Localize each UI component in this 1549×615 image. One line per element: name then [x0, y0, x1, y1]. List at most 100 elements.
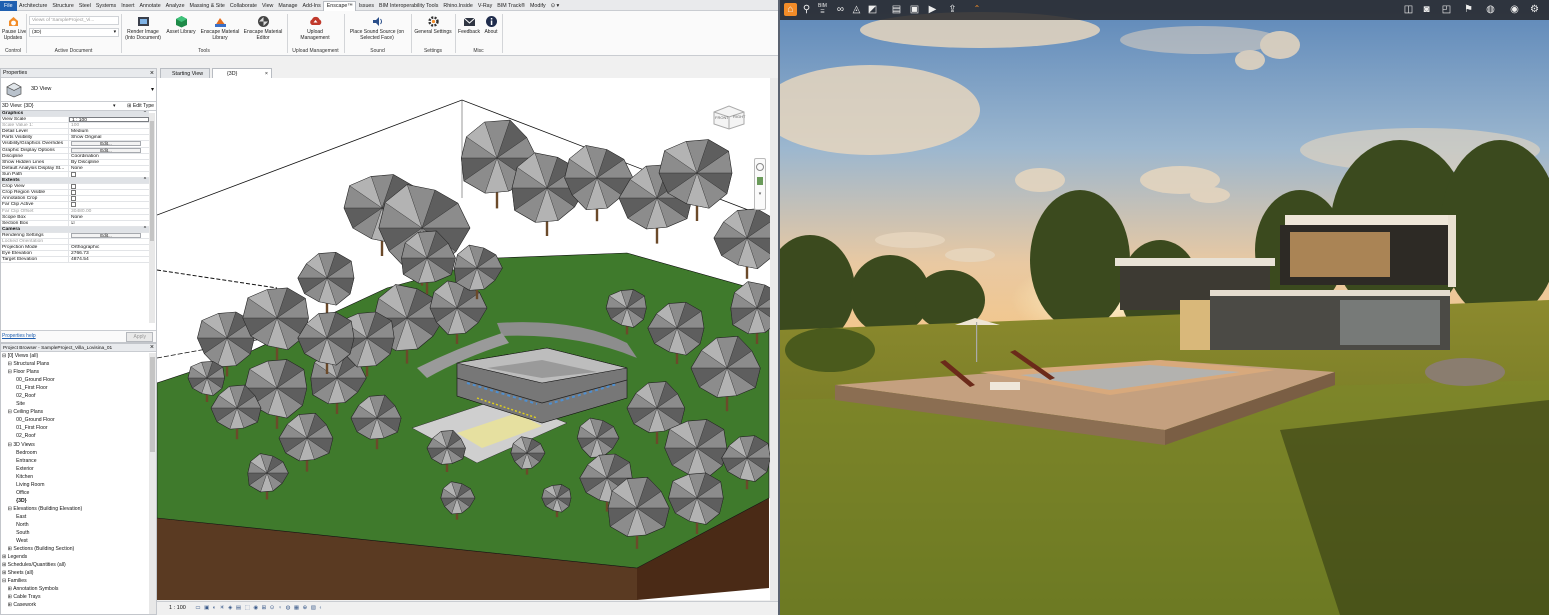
viewport-scrollbar[interactable] — [770, 78, 778, 601]
checkbox[interactable] — [71, 202, 76, 208]
view-cube[interactable]: FRONT RIGHT — [709, 100, 749, 130]
close-icon[interactable]: × — [150, 69, 154, 78]
browser-item[interactable]: ⊞ Annotation Symbols — [2, 585, 156, 593]
browser-item[interactable]: Living Room — [2, 481, 156, 489]
zoom-icon[interactable] — [757, 177, 763, 185]
browser-item[interactable]: 01_First Floor — [2, 424, 156, 432]
browser-item[interactable]: ⊟ Floor Plans — [2, 368, 156, 376]
browser-item[interactable]: Bedroom — [2, 449, 156, 457]
property-value[interactable]: 1 : 100 — [69, 117, 149, 123]
steering-wheel-icon[interactable] — [756, 163, 764, 171]
about-button[interactable]: About — [482, 14, 500, 36]
bim-icon[interactable]: BIM ☰ — [816, 3, 829, 16]
browser-item[interactable]: ⊞ Casework — [2, 601, 156, 609]
checkbox[interactable] — [71, 190, 76, 196]
panorama-icon[interactable]: ▣ — [908, 3, 921, 16]
model-canvas[interactable] — [157, 78, 770, 600]
tab-enscape[interactable]: Enscape™ — [323, 1, 357, 11]
navigation-bar[interactable]: ▾ — [754, 158, 766, 210]
browser-scrollbar[interactable] — [149, 353, 156, 614]
tab-starting-view[interactable]: Starting View — [160, 68, 210, 78]
upload-management-button[interactable]: Upload Management — [290, 14, 340, 41]
browser-item[interactable]: East — [2, 513, 156, 521]
checkbox[interactable] — [71, 171, 76, 177]
instance-selector[interactable]: 3D View: {3D} ▾ ⊞ Edit Type — [1, 102, 156, 111]
browser-item[interactable]: ⊟ 3D Views — [2, 441, 156, 449]
browser-item[interactable]: ⊟ Elevations (Building Elevation) — [2, 505, 156, 513]
property-value: Show Original — [71, 135, 102, 141]
browser-item[interactable]: Entrance — [2, 457, 156, 465]
export-icon[interactable]: ⇪ — [946, 3, 959, 16]
browser-item[interactable]: ⊞ Legends — [2, 553, 156, 561]
video-icon[interactable]: ▶ — [926, 3, 939, 16]
views-combo[interactable]: Views of 'SampleProject_Vi... — [29, 16, 119, 25]
browser-item[interactable]: Kitchen — [2, 473, 156, 481]
render-image-label: Render Image (Into Document) — [125, 29, 161, 41]
browser-item[interactable]: Exterior — [2, 465, 156, 473]
walk-icon[interactable]: ⚲ — [800, 3, 813, 16]
browser-item[interactable]: ⊞ Sheets (all) — [2, 569, 156, 577]
screenshot-icon[interactable]: ◩ — [866, 3, 879, 16]
visibility-icon[interactable]: ◉ — [1508, 3, 1521, 16]
browser-item[interactable]: North — [2, 521, 156, 529]
browser-item[interactable]: ⊞ Sections (Building Section) — [2, 545, 156, 553]
asset-library-button[interactable]: Asset Library — [164, 14, 198, 36]
properties-scrollbar[interactable] — [149, 113, 155, 323]
checkbox[interactable] — [71, 196, 76, 202]
type-selector[interactable]: 3D View ▾ — [1, 78, 156, 102]
browser-item[interactable]: ⊟ Structural Plans — [2, 360, 156, 368]
browser-item[interactable]: 02_Roof — [2, 392, 156, 400]
binoculars-icon[interactable]: ∞ — [834, 3, 847, 16]
vr-icon[interactable]: ◰ — [1440, 3, 1453, 16]
browser-item[interactable]: 00_Ground Floor — [2, 376, 156, 384]
browser-item[interactable]: ⊞ Schedules/Quantities (all) — [2, 561, 156, 569]
perspective-icon[interactable]: ◬ — [850, 3, 863, 16]
home-icon[interactable]: ⌂ — [784, 3, 797, 16]
browser-item[interactable]: ⊟ Families — [2, 577, 156, 585]
browser-item[interactable]: South — [2, 529, 156, 537]
collapse-chevron-icon[interactable]: ⌃ — [972, 5, 982, 13]
browser-item[interactable]: Site — [2, 400, 156, 408]
enscape-render-window[interactable]: ⌂ ⚲ BIM ☰ ∞ ◬ ◩ ▤ ▣ ▶ ⇪ ⌃ ◫ ◙ ◰ ⚑ ◍ ◉ ⚙ — [780, 0, 1549, 615]
browser-item[interactable]: 00_Ground Floor — [2, 416, 156, 424]
enscape-material-library-button[interactable]: Enscape Material Library — [198, 14, 242, 41]
close-icon[interactable]: × — [150, 344, 154, 352]
apply-button[interactable]: Apply — [126, 332, 153, 342]
properties-help-link[interactable]: Properties help — [2, 333, 36, 339]
property-name: Sun Path — [1, 171, 69, 178]
settings-icon[interactable]: ⚙ — [1528, 3, 1541, 16]
views-select[interactable]: (3D) ▾ — [29, 28, 119, 37]
edit-button[interactable]: Edit... — [71, 147, 141, 153]
pause-live-updates-button[interactable]: Pause Live Updates — [2, 14, 27, 41]
render-image-button[interactable]: Render Image (Into Document) — [122, 14, 164, 41]
browser-item[interactable]: West — [2, 537, 156, 545]
chevron-down-icon[interactable]: ▾ — [755, 191, 765, 197]
browser-item[interactable]: {3D} — [2, 497, 156, 505]
checkbox[interactable]: ☑ — [71, 220, 76, 226]
collaboration-icon[interactable]: ⚑ — [1462, 3, 1475, 16]
edit-type-button[interactable]: ⊞ Edit Type — [127, 102, 154, 111]
checkbox[interactable] — [71, 184, 76, 190]
view-control-icons[interactable]: ▭ ▣ ◐ ☀ ◈ ▤ ⬚ ◉ ⊞ ⊙ ♀ ◍ ▦ ⊕ ▧ ‹ — [195, 605, 322, 611]
place-sound-source-button[interactable]: Place Sound Source (on Selected Face) — [345, 14, 409, 41]
camera-icon[interactable]: ◙ — [1420, 3, 1433, 16]
assets-icon[interactable]: ◍ — [1484, 3, 1497, 16]
general-settings-button[interactable]: General Settings — [412, 14, 454, 36]
enscape-material-editor-button[interactable]: Enscape Material Editor — [242, 14, 284, 41]
batch-render-icon[interactable]: ▤ — [890, 3, 903, 16]
view-scale[interactable]: 1 : 100 — [169, 605, 186, 611]
feedback-button[interactable]: Feedback — [456, 14, 482, 36]
tab-3d[interactable]: {3D} × — [212, 68, 272, 78]
browser-item[interactable]: ⊟ Ceiling Plans — [2, 408, 156, 416]
browser-item[interactable]: 01_First Floor — [2, 384, 156, 392]
browser-item[interactable]: ⊞ Cable Trays — [2, 593, 156, 601]
views-icon[interactable]: ◫ — [1402, 3, 1415, 16]
browser-item[interactable]: ⊟ [0] Views (all) — [2, 352, 156, 360]
browser-item[interactable]: Office — [2, 489, 156, 497]
edit-button[interactable]: Edit... — [71, 141, 141, 147]
property-value: 30480.00 — [71, 208, 92, 214]
edit-button[interactable]: Edit... — [71, 232, 141, 238]
browser-item[interactable]: 02_Roof — [2, 432, 156, 440]
3d-viewport[interactable]: FRONT RIGHT ▾ — [157, 78, 770, 600]
property-name: Locked Orientation — [1, 238, 69, 245]
